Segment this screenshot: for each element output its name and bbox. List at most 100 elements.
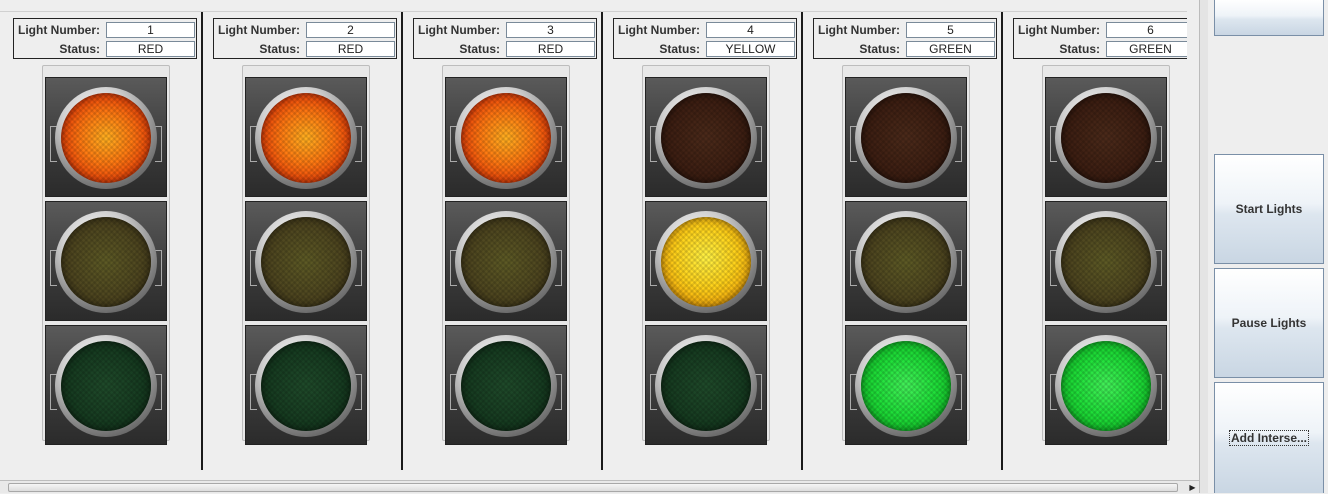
yellow-light-icon xyxy=(861,217,951,307)
signal-box xyxy=(245,325,367,445)
lens-ring xyxy=(255,211,357,313)
lens-ring xyxy=(455,87,557,189)
horizontal-scrollbar[interactable]: ▶ xyxy=(0,480,1199,493)
green-light-icon xyxy=(61,341,151,431)
light-number-row: Light Number: 2 xyxy=(214,21,396,39)
light-info-box: Light Number: 3 Status: RED xyxy=(413,18,597,59)
traffic-light-panel: Light Number: 2 Status: RED xyxy=(203,12,403,470)
signal-box xyxy=(845,325,967,445)
green-light-icon xyxy=(1061,341,1151,431)
status-row: Status: RED xyxy=(14,40,196,58)
status-label: Status: xyxy=(659,42,700,56)
lens-ring xyxy=(855,87,957,189)
light-number-field[interactable]: 3 xyxy=(506,22,595,38)
lens-ring xyxy=(1055,87,1157,189)
traffic-light-housing xyxy=(1042,65,1170,445)
status-field[interactable]: GREEN xyxy=(1106,41,1195,57)
lens-ring xyxy=(55,211,157,313)
split-gap xyxy=(1200,0,1208,493)
signal-box xyxy=(1045,201,1167,321)
vertical-separator xyxy=(1187,0,1199,480)
lens-ring xyxy=(255,335,357,437)
add-intersection-label: Add Interse... xyxy=(1228,430,1309,446)
light-number-label: Light Number: xyxy=(818,23,900,37)
light-number-row: Light Number: 3 xyxy=(414,21,596,39)
light-number-field[interactable]: 2 xyxy=(306,22,395,38)
light-info-box: Light Number: 6 Status: GREEN xyxy=(1013,18,1197,59)
yellow-light-icon xyxy=(1061,217,1151,307)
red-light-icon xyxy=(61,93,151,183)
status-label: Status: xyxy=(259,42,300,56)
status-field[interactable]: YELLOW xyxy=(706,41,795,57)
status-field[interactable]: RED xyxy=(306,41,395,57)
yellow-light-icon xyxy=(261,217,351,307)
pause-lights-button[interactable]: Pause Lights xyxy=(1214,268,1324,378)
green-light-icon xyxy=(261,341,351,431)
green-light-icon xyxy=(861,341,951,431)
signal-box xyxy=(645,201,767,321)
status-label: Status: xyxy=(859,42,900,56)
status-row: Status: RED xyxy=(214,40,396,58)
green-light-icon xyxy=(461,341,551,431)
top-button[interactable] xyxy=(1214,0,1324,36)
signal-box xyxy=(445,325,567,445)
status-field[interactable]: RED xyxy=(106,41,195,57)
light-number-field[interactable]: 5 xyxy=(906,22,995,38)
light-number-field[interactable]: 6 xyxy=(1106,22,1195,38)
signal-box xyxy=(845,77,967,197)
status-row: Status: GREEN xyxy=(814,40,996,58)
start-lights-button[interactable]: Start Lights xyxy=(1214,154,1324,264)
yellow-light-icon xyxy=(61,217,151,307)
traffic-light-housing xyxy=(42,65,170,445)
traffic-light-panel: Light Number: 1 Status: RED xyxy=(3,12,203,470)
signal-box xyxy=(1045,77,1167,197)
lens-ring xyxy=(655,211,757,313)
control-button-panel: Start Lights Pause Lights Add Interse... xyxy=(1208,0,1328,493)
red-light-icon xyxy=(861,93,951,183)
signal-box xyxy=(245,201,367,321)
signal-box xyxy=(45,325,167,445)
light-info-box: Light Number: 5 Status: GREEN xyxy=(813,18,997,59)
traffic-light-panel: Light Number: 4 Status: YELLOW xyxy=(603,12,803,470)
traffic-light-housing xyxy=(242,65,370,445)
lens-ring xyxy=(255,87,357,189)
lens-ring xyxy=(455,211,557,313)
status-label: Status: xyxy=(459,42,500,56)
light-info-box: Light Number: 2 Status: RED xyxy=(213,18,397,59)
traffic-light-housing xyxy=(642,65,770,445)
yellow-light-icon xyxy=(461,217,551,307)
lens-ring xyxy=(455,335,557,437)
status-row: Status: GREEN xyxy=(1014,40,1196,58)
signal-box xyxy=(45,77,167,197)
status-label: Status: xyxy=(59,42,100,56)
lens-ring xyxy=(655,87,757,189)
traffic-light-panel: Light Number: 3 Status: RED xyxy=(403,12,603,470)
signal-box xyxy=(1045,325,1167,445)
light-number-label: Light Number: xyxy=(418,23,500,37)
lens-ring xyxy=(55,335,157,437)
lens-ring xyxy=(655,335,757,437)
status-field[interactable]: GREEN xyxy=(906,41,995,57)
light-number-label: Light Number: xyxy=(218,23,300,37)
traffic-light-housing xyxy=(842,65,970,445)
traffic-light-housing xyxy=(442,65,570,445)
lens-ring xyxy=(855,335,957,437)
lens-ring xyxy=(55,87,157,189)
light-number-field[interactable]: 4 xyxy=(706,22,795,38)
light-info-box: Light Number: 4 Status: YELLOW xyxy=(613,18,797,59)
signal-box xyxy=(845,201,967,321)
add-intersection-button[interactable]: Add Interse... xyxy=(1214,382,1324,493)
scroll-right-arrow-icon[interactable]: ▶ xyxy=(1186,481,1199,494)
signal-box xyxy=(45,201,167,321)
scrollbar-thumb[interactable] xyxy=(8,483,1178,492)
light-number-label: Light Number: xyxy=(1018,23,1100,37)
status-field[interactable]: RED xyxy=(506,41,595,57)
traffic-lights-area: Light Number: 1 Status: RED Light Number: 2 St… xyxy=(0,0,1203,480)
red-light-icon xyxy=(1061,93,1151,183)
light-info-box: Light Number: 1 Status: RED xyxy=(13,18,197,59)
light-number-label: Light Number: xyxy=(18,23,100,37)
light-number-field[interactable]: 1 xyxy=(106,22,195,38)
red-light-icon xyxy=(261,93,351,183)
signal-box xyxy=(645,77,767,197)
light-number-row: Light Number: 1 xyxy=(14,21,196,39)
